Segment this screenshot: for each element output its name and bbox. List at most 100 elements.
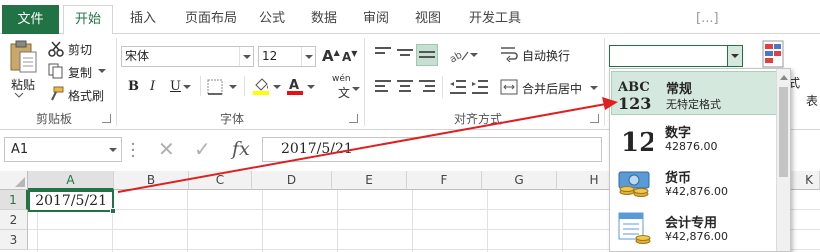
select-all-button[interactable]	[0, 171, 28, 190]
chevron-down-icon[interactable]	[301, 47, 315, 66]
tab-view[interactable]: 视图	[408, 5, 448, 34]
alignment-launcher-button[interactable]	[590, 114, 599, 123]
currency-icon	[618, 171, 650, 197]
column-header-a[interactable]: A	[28, 171, 114, 190]
orientation-dropdown-icon[interactable]	[470, 53, 478, 58]
fill-handle[interactable]	[110, 208, 116, 214]
copy-dropdown-icon[interactable]	[98, 69, 106, 74]
format-sample: ¥42,876.00	[665, 185, 728, 198]
scroll-up-icon[interactable]	[780, 75, 788, 80]
dropdown-scrollbar[interactable]	[776, 69, 790, 251]
chevron-down-icon[interactable]	[109, 148, 117, 152]
tab-insert[interactable]: 插入	[120, 5, 166, 34]
tab-data[interactable]: 数据	[304, 5, 344, 34]
name-box[interactable]: A1	[4, 137, 122, 162]
format-name: 会计专用	[665, 216, 718, 231]
border-dropdown-icon[interactable]	[229, 85, 237, 90]
format-option-accounting[interactable]: 会计专用 ¥42,876.00	[611, 206, 777, 250]
svg-text:A: A	[289, 78, 299, 93]
tab-formulas[interactable]: 公式	[252, 5, 292, 34]
row-header-2[interactable]: 2	[0, 210, 28, 230]
column-header-d[interactable]: D	[252, 171, 332, 190]
tab-file[interactable]: 文件	[2, 5, 59, 34]
wrap-text-button[interactable]: 自动换行	[522, 47, 570, 64]
decrease-indent-icon[interactable]	[449, 79, 467, 95]
bold-button[interactable]: B	[128, 79, 139, 94]
format-option-number[interactable]: 12 数字 42876.00	[611, 116, 777, 160]
column-header-g[interactable]: G	[482, 171, 557, 190]
phonetic-button[interactable]: wén	[332, 74, 351, 84]
number-format-select[interactable]	[609, 45, 743, 67]
align-middle-button[interactable]	[394, 44, 416, 66]
chevron-down-icon[interactable]	[239, 47, 253, 66]
paste-label[interactable]: 粘贴	[11, 76, 35, 93]
number-12-icon: 12	[621, 128, 653, 155]
ribbon-tab-bar: 文件 开始 插入 页面布局 公式 数据 审阅 视图 开发工具 [...]	[0, 0, 820, 35]
tab-developer[interactable]: 开发工具	[462, 5, 528, 34]
font-color-dropdown-icon[interactable]	[307, 85, 315, 90]
tab-review[interactable]: 审阅	[356, 5, 396, 34]
formula-input[interactable]: 2017/5/21	[262, 137, 602, 162]
align-top-button[interactable]	[372, 44, 394, 66]
conditional-format-icon[interactable]	[762, 40, 786, 70]
copy-icon	[48, 63, 63, 79]
increase-indent-icon[interactable]	[471, 79, 489, 95]
row-header-3[interactable]: 3	[0, 230, 28, 250]
align-center-button[interactable]	[394, 76, 416, 98]
svg-text:ab: ab	[448, 50, 464, 64]
fill-color-icon[interactable]	[252, 76, 270, 96]
merge-dropdown-icon[interactable]	[590, 86, 598, 91]
merge-center-button[interactable]: 合并后居中	[522, 80, 582, 97]
align-bottom-button[interactable]	[416, 44, 438, 66]
format-option-currency[interactable]: 货币 ¥42,876.00	[611, 161, 777, 205]
accounting-icon	[618, 212, 651, 244]
align-right-button[interactable]	[416, 76, 438, 98]
align-center-icon	[397, 80, 413, 92]
row-header-1[interactable]: 1	[0, 190, 28, 210]
number-format-dropdown: ABC 123 常规 无特定格式 12 数字 42876.00 货币 ¥42,8…	[609, 68, 791, 252]
fill-color-dropdown-icon[interactable]	[273, 85, 281, 90]
border-icon[interactable]	[207, 79, 225, 95]
font-size-value: 12	[262, 49, 278, 63]
font-launcher-button[interactable]	[349, 114, 358, 123]
underline-dropdown-icon[interactable]	[183, 85, 191, 90]
shrink-font-button[interactable]: A▼	[342, 49, 357, 64]
orientation-icon[interactable]: ab	[448, 46, 470, 64]
grip-icon	[131, 142, 135, 158]
column-header-e[interactable]: E	[332, 171, 407, 190]
format-option-general[interactable]: ABC 123 常规 无特定格式	[611, 71, 777, 115]
paste-dropdown-icon[interactable]	[14, 92, 24, 98]
cell-a1[interactable]: 2017/5/21	[28, 190, 114, 212]
separator	[442, 76, 443, 98]
phonetic-char: 文	[338, 86, 351, 100]
scroll-thumb[interactable]	[779, 87, 788, 177]
tab-page-layout[interactable]: 页面布局	[176, 5, 246, 34]
paste-button[interactable]	[8, 40, 38, 74]
cut-button[interactable]: 剪切	[68, 41, 92, 58]
underline-button[interactable]: U	[170, 79, 181, 94]
table-format-label-partial[interactable]: 表	[806, 92, 818, 109]
align-left-button[interactable]	[372, 76, 394, 98]
copy-button[interactable]: 复制	[68, 64, 92, 81]
format-painter-button[interactable]: 格式刷	[68, 87, 104, 104]
font-family-select[interactable]: 宋体	[121, 46, 254, 67]
font-size-select[interactable]: 12	[258, 46, 316, 67]
font-group-label: 字体	[219, 112, 244, 126]
phonetic-dropdown-icon[interactable]	[352, 87, 360, 92]
cancel-button[interactable]: ✕	[158, 137, 175, 162]
column-header-b[interactable]: B	[114, 171, 189, 190]
font-family-value: 宋体	[125, 49, 150, 63]
svg-text:12: 12	[621, 128, 653, 155]
chevron-down-icon[interactable]	[727, 46, 742, 66]
insert-function-button[interactable]: fx	[232, 137, 250, 161]
column-header-f[interactable]: F	[407, 171, 482, 190]
tab-home[interactable]: 开始	[63, 5, 113, 35]
font-color-icon[interactable]: A	[286, 76, 304, 96]
column-header-c[interactable]: C	[189, 171, 252, 190]
separator	[244, 76, 245, 96]
enter-button[interactable]: ✓	[194, 137, 211, 162]
grow-font-button[interactable]: A▲	[322, 47, 340, 65]
clipboard-launcher-button[interactable]	[102, 114, 111, 123]
italic-button[interactable]: I	[150, 79, 155, 94]
group-separator	[604, 38, 605, 126]
